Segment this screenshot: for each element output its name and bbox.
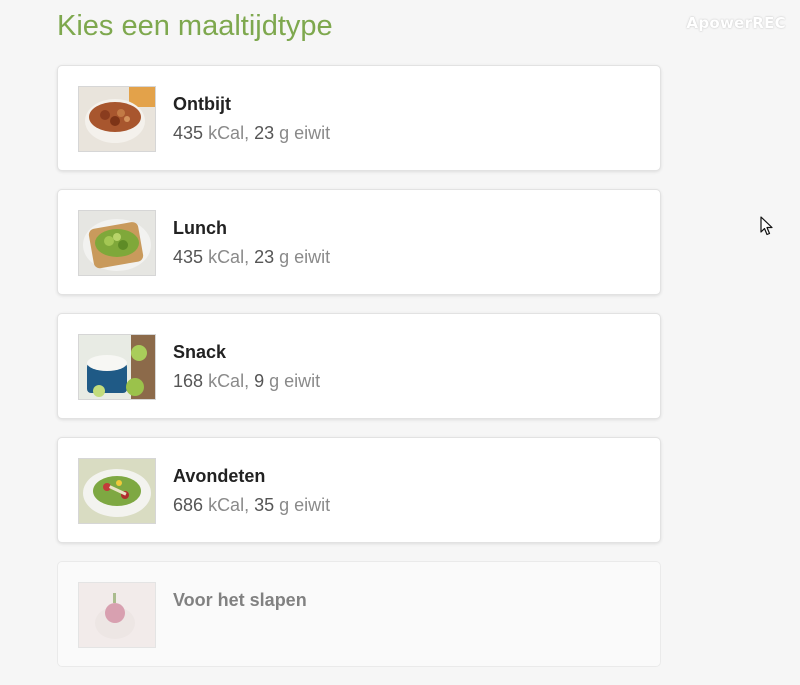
meal-protein-value: 23 xyxy=(254,247,275,267)
meal-card-voor-het-slapen[interactable]: Voor het slapen xyxy=(57,561,661,667)
meal-protein-unit: g eiwit xyxy=(269,371,321,391)
meal-image-voor-het-slapen xyxy=(78,582,156,648)
meal-name: Ontbijt xyxy=(173,94,231,114)
meal-card-snack[interactable]: Snack 168 kCal, 9 g eiwit xyxy=(57,313,661,419)
meal-nutrition: 686 kCal, 35 g eiwit xyxy=(173,495,330,516)
meal-protein-value: 35 xyxy=(254,495,275,515)
watermark-logo: ApowerREC xyxy=(686,14,786,32)
meal-name: Snack xyxy=(173,342,227,362)
meal-kcal-value: 686 xyxy=(173,495,204,515)
meal-kcal-value: 168 xyxy=(173,371,204,391)
meal-kcal-unit: kCal, xyxy=(208,247,250,267)
meal-card-avondeten[interactable]: Avondeten 686 kCal, 35 g eiwit xyxy=(57,437,661,543)
meal-name: Voor het slapen xyxy=(173,590,307,610)
meal-protein-value: 9 xyxy=(254,371,265,391)
meal-card-ontbijt[interactable]: Ontbijt 435 kCal, 23 g eiwit xyxy=(57,65,661,171)
meal-card-lunch[interactable]: Lunch 435 kCal, 23 g eiwit xyxy=(57,189,661,295)
page-title: Kies een maaltijdtype xyxy=(57,10,333,42)
meal-image-snack xyxy=(78,334,156,400)
meal-kcal-unit: kCal, xyxy=(208,123,250,143)
meal-kcal-value: 435 xyxy=(173,123,204,143)
meal-kcal-unit: kCal, xyxy=(208,495,250,515)
meal-protein-unit: g eiwit xyxy=(279,247,331,267)
meal-name: Avondeten xyxy=(173,466,266,486)
meal-protein-unit: g eiwit xyxy=(279,123,331,143)
meal-kcal-value: 435 xyxy=(173,247,204,267)
meal-type-list: Ontbijt 435 kCal, 23 g eiwit Lunch 435 k… xyxy=(57,65,661,685)
meal-nutrition: 435 kCal, 23 g eiwit xyxy=(173,247,330,268)
meal-protein-value: 23 xyxy=(254,123,275,143)
mouse-pointer-icon xyxy=(760,216,773,236)
meal-nutrition: 435 kCal, 23 g eiwit xyxy=(173,123,330,144)
meal-name: Lunch xyxy=(173,218,227,238)
meal-image-ontbijt xyxy=(78,86,156,152)
meal-image-lunch xyxy=(78,210,156,276)
meal-protein-unit: g eiwit xyxy=(279,495,331,515)
meal-nutrition: 168 kCal, 9 g eiwit xyxy=(173,371,320,392)
meal-kcal-unit: kCal, xyxy=(208,371,250,391)
meal-image-avondeten xyxy=(78,458,156,524)
